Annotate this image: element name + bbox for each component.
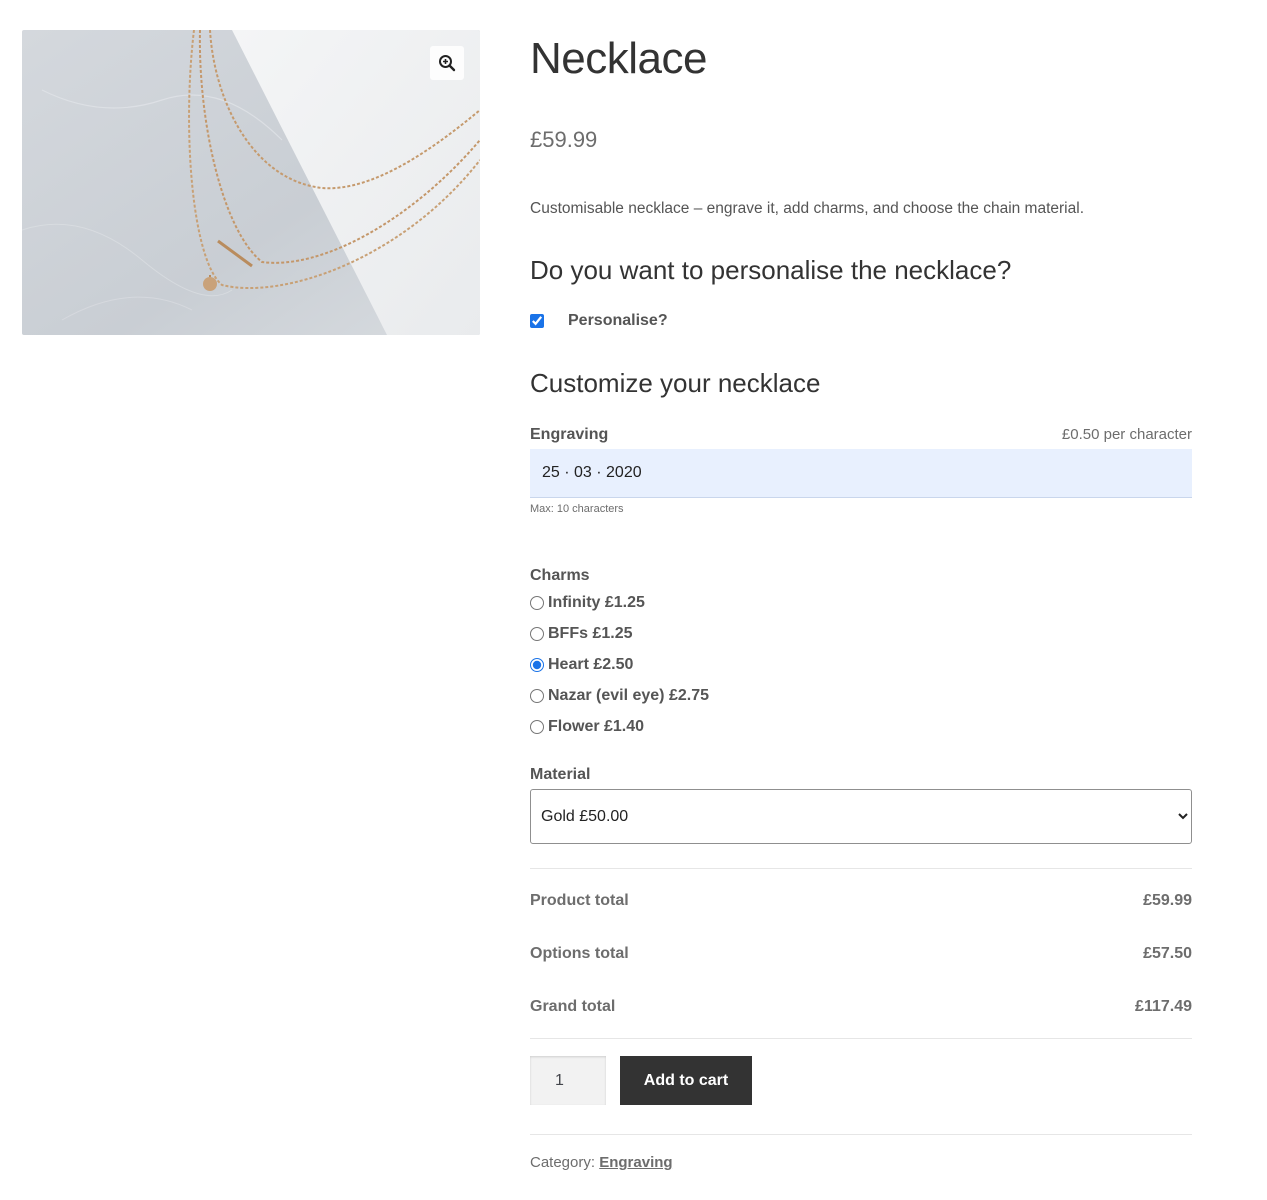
zoom-in-icon bbox=[439, 55, 456, 72]
zoom-button[interactable] bbox=[430, 46, 464, 80]
charms-label: Charms bbox=[530, 567, 590, 584]
charm-option-heart[interactable]: Heart £2.50 bbox=[530, 656, 633, 674]
charm-radio[interactable] bbox=[530, 596, 544, 610]
charm-option-label: Infinity £1.25 bbox=[548, 594, 645, 611]
customize-heading: Customize your necklace bbox=[530, 368, 821, 398]
charm-option-label: Nazar (evil eye) £2.75 bbox=[548, 687, 709, 704]
divider bbox=[530, 868, 1192, 869]
quantity-input[interactable] bbox=[530, 1056, 606, 1105]
charm-radio[interactable] bbox=[530, 689, 544, 703]
options-total-value: £57.50 bbox=[1143, 945, 1192, 962]
product-total-label: Product total bbox=[530, 892, 629, 909]
charm-option-label: Heart £2.50 bbox=[548, 656, 634, 673]
material-select[interactable]: Gold £50.00 bbox=[530, 789, 1192, 844]
grand-total-label: Grand total bbox=[530, 998, 616, 1015]
engraving-input[interactable] bbox=[530, 449, 1192, 498]
charm-radio[interactable] bbox=[530, 627, 544, 641]
personalise-option: Personalise? bbox=[530, 312, 668, 330]
charm-radio[interactable] bbox=[530, 720, 544, 734]
product-total-value: £59.99 bbox=[1143, 892, 1192, 909]
charm-option-nazar[interactable]: Nazar (evil eye) £2.75 bbox=[530, 687, 709, 705]
product-description: Customisable necklace – engrave it, add … bbox=[530, 200, 1084, 217]
charm-option-bffs[interactable]: BFFs £1.25 bbox=[530, 625, 632, 643]
engraving-max-note: Max: 10 characters bbox=[530, 503, 624, 515]
divider bbox=[530, 1038, 1192, 1039]
personalise-label[interactable]: Personalise? bbox=[568, 312, 668, 330]
product-image-gallery[interactable] bbox=[22, 30, 480, 335]
product-price: £59.99 bbox=[530, 127, 598, 152]
divider bbox=[530, 1134, 1192, 1135]
charm-radio[interactable] bbox=[530, 658, 544, 672]
add-to-cart-button[interactable]: Add to cart bbox=[620, 1056, 752, 1105]
category-link[interactable]: Engraving bbox=[599, 1154, 672, 1171]
engraving-label: Engraving bbox=[530, 426, 609, 443]
charm-option-label: Flower £1.40 bbox=[548, 718, 645, 735]
charm-option-label: BFFs £1.25 bbox=[548, 625, 633, 642]
product-title: Necklace bbox=[530, 34, 707, 83]
personalise-heading: Do you want to personalise the necklace? bbox=[530, 255, 1012, 285]
material-label: Material bbox=[530, 766, 591, 783]
product-meta: Category: Engraving bbox=[530, 1154, 673, 1171]
options-total-label: Options total bbox=[530, 945, 629, 962]
grand-total-value: £117.49 bbox=[1135, 998, 1192, 1015]
engraving-price-note: £0.50 per character bbox=[1061, 426, 1192, 443]
charm-option-infinity[interactable]: Infinity £1.25 bbox=[530, 594, 645, 612]
charm-option-flower[interactable]: Flower £1.40 bbox=[530, 718, 644, 736]
category-label: Category: bbox=[530, 1154, 596, 1171]
personalise-checkbox[interactable] bbox=[530, 314, 544, 328]
product-image bbox=[22, 30, 480, 335]
